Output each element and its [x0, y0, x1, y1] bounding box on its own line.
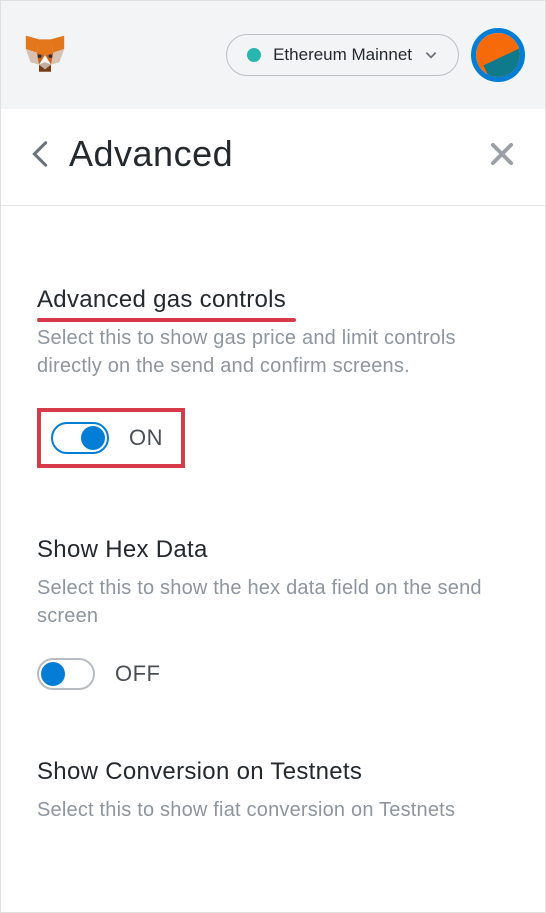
setting-advanced-gas: Advanced gas controls Select this to sho… [37, 286, 509, 468]
toggle-advanced-gas[interactable] [51, 422, 109, 454]
setting-description: Select this to show the hex data field o… [37, 574, 509, 630]
setting-title: Advanced gas controls [37, 286, 509, 314]
highlight-underline [37, 318, 296, 322]
toggle-state-label: OFF [115, 661, 161, 687]
setting-title: Show Hex Data [37, 536, 509, 564]
toggle-hex-data[interactable] [37, 658, 95, 690]
setting-description: Select this to show gas price and limit … [37, 324, 509, 380]
highlight-box: ON [37, 408, 185, 468]
network-status-dot [247, 48, 261, 62]
page-header: Advanced [1, 109, 545, 205]
network-label: Ethereum Mainnet [273, 45, 412, 65]
page-title: Advanced [69, 133, 469, 175]
metamask-fox-logo [21, 31, 69, 79]
app-header: Ethereum Mainnet [1, 1, 545, 109]
toggle-state-label: ON [129, 425, 163, 451]
account-avatar[interactable] [471, 28, 525, 82]
chevron-down-icon [424, 48, 438, 62]
back-icon[interactable] [31, 140, 49, 168]
setting-hex-data: Show Hex Data Select this to show the he… [37, 536, 509, 690]
setting-title-text: Advanced gas controls [37, 286, 286, 313]
close-icon[interactable] [489, 141, 515, 167]
setting-description: Select this to show fiat conversion on T… [37, 796, 509, 824]
setting-conversion-testnets: Show Conversion on Testnets Select this … [37, 758, 509, 824]
setting-title: Show Conversion on Testnets [37, 758, 509, 786]
network-selector[interactable]: Ethereum Mainnet [226, 34, 459, 76]
settings-scroll-area[interactable]: Advanced gas controls Select this to sho… [1, 206, 545, 912]
